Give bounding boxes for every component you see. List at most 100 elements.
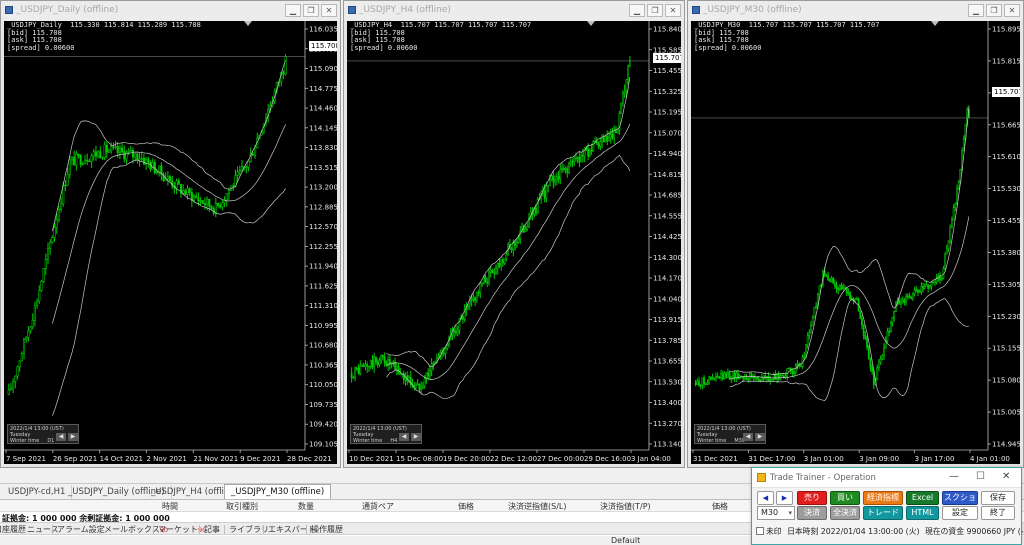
column-header-price-current[interactable]: 価格	[712, 501, 728, 512]
price-axis-label: 115.455	[653, 67, 681, 75]
candle-body	[602, 137, 605, 143]
chart-info-lines: _USDJPY_H4 115.707 115.707 115.707 115.7…	[350, 21, 531, 52]
close-icon[interactable]: ✕	[1002, 471, 1010, 482]
chart-shift-marker[interactable]	[244, 21, 252, 26]
candle-body	[927, 284, 930, 289]
price-axis-label: 115.610	[992, 153, 1020, 161]
close-button[interactable]: ✕	[665, 4, 681, 17]
candlestick-chart-m30[interactable]: 115.895115.815115.755115.665115.610115.5…	[691, 21, 1020, 464]
candlestick-chart-daily[interactable]: 116.035115.405115.090114.775114.460114.1…	[4, 21, 337, 464]
excel-export-button[interactable]: Excel	[906, 491, 939, 505]
candle-body	[118, 147, 121, 154]
tab-divider	[263, 525, 264, 534]
column-header-sl[interactable]: 決済逆指値(S/L)	[508, 501, 566, 512]
restore-button[interactable]: ❐	[303, 4, 319, 17]
candle-body	[510, 248, 513, 251]
info-line: [spread] 0.00600	[7, 43, 75, 52]
time-axis-label: 21 Nov 2021	[193, 455, 238, 463]
current-price-tag: 115.708	[309, 41, 337, 51]
column-header-time[interactable]: 時間	[162, 501, 178, 512]
candle-body	[772, 374, 775, 380]
chart-window-m30[interactable]: _USDJPY_M30 (offline) ▁ ❐ ✕ 115.895 115.8…	[687, 0, 1024, 468]
terminal-tab-news[interactable]: ニュース	[27, 524, 59, 535]
step-forward-button[interactable]: ▶	[68, 433, 78, 441]
candle-body	[569, 161, 572, 165]
economic-indicators-button[interactable]: 経済指標	[863, 491, 903, 505]
minimize-icon[interactable]: —	[949, 471, 959, 482]
candle-body	[954, 203, 957, 208]
trade-trainer-panel[interactable]: Trade Trainer - Operation — ☐ ✕ ◀ ▶ 売り 買…	[751, 467, 1024, 545]
buy-button[interactable]: 買い	[830, 491, 860, 505]
candlestick-chart-h4[interactable]: 115.840115.585115.455115.325115.195115.0…	[347, 21, 681, 464]
restore-button[interactable]: ❐	[647, 4, 663, 17]
candle-body	[232, 185, 235, 187]
trainer-app-icon	[757, 473, 766, 482]
candle-body	[866, 338, 868, 348]
chart-area[interactable]: 116.035115.405115.090114.775114.460114.1…	[4, 21, 337, 464]
terminal-tab-experts[interactable]: エキスパート	[268, 524, 316, 535]
candle-body	[578, 156, 581, 163]
minimize-button[interactable]: ▁	[285, 4, 301, 17]
candle-body	[27, 330, 30, 338]
candle-body	[774, 374, 777, 380]
column-header-symbol[interactable]: 通貨ペア	[362, 501, 394, 512]
close-button[interactable]: ✕	[321, 4, 337, 17]
candle-body	[805, 344, 807, 357]
trade-button[interactable]: トレード	[863, 506, 903, 520]
candle-body	[769, 379, 772, 382]
price-axis-label: 113.270	[653, 420, 681, 428]
chart-window-title-bar[interactable]: _USDJPY_H4 (offline) ▁ ❐ ✕	[344, 1, 684, 21]
timeframe-select[interactable]: M30 ▾	[757, 506, 795, 520]
chart-window-title-bar[interactable]: _USDJPY_Daily (offline) ▁ ❐ ✕	[1, 1, 340, 21]
price-axis-label: 115.665	[992, 121, 1020, 129]
step-back-button[interactable]: ◀	[399, 433, 409, 441]
restore-button[interactable]: ❐	[986, 4, 1002, 17]
trainer-title-bar[interactable]: Trade Trainer - Operation — ☐ ✕	[752, 468, 1021, 488]
lower-band	[386, 154, 631, 400]
column-header-tp[interactable]: 決済指値(T/P)	[600, 501, 651, 512]
column-header-type[interactable]: 取引種別	[226, 501, 258, 512]
terminal-tab-alerts[interactable]: アラーム設定	[57, 524, 105, 535]
terminal-tab-journal[interactable]: 操作履歴	[311, 524, 343, 535]
chart-tab-m30[interactable]: _USDJPY_M30 (offline)	[224, 484, 332, 500]
html-export-button[interactable]: HTML	[906, 506, 939, 520]
close-button[interactable]: ✕	[1004, 4, 1020, 17]
unmarked-checkbox[interactable]	[756, 527, 764, 535]
chart-window-title-bar[interactable]: _USDJPY_M30 (offline) ▁ ❐ ✕	[688, 1, 1023, 21]
exit-button[interactable]: 終了	[981, 506, 1015, 520]
step-forward-button[interactable]: ▶	[411, 433, 421, 441]
terminal-tab-articles[interactable]: 記事	[204, 524, 220, 535]
candle-body	[486, 282, 489, 284]
sell-button[interactable]: 売り	[797, 491, 827, 505]
candle-body	[911, 293, 914, 299]
info-line: [spread] 0.00600	[694, 43, 762, 52]
maximize-icon[interactable]: ☐	[976, 471, 985, 482]
settings-button[interactable]: 設定	[942, 506, 978, 520]
minimize-button[interactable]: ▁	[968, 4, 984, 17]
step-forward-button[interactable]: ▶	[755, 433, 765, 441]
column-header-price[interactable]: 価格	[458, 501, 474, 512]
chart-shift-marker[interactable]	[931, 21, 939, 26]
candle-body	[694, 383, 697, 385]
candle-body	[208, 198, 211, 207]
chart-area[interactable]: 115.840 115.585 115.455 115.325 115.195 115.0…	[347, 21, 681, 464]
column-header-size[interactable]: 数量	[298, 501, 314, 512]
minimize-button[interactable]: ▁	[629, 4, 645, 17]
time-axis-label: 15 Dec 08:00	[396, 455, 443, 463]
chart-window-h4[interactable]: _USDJPY_H4 (offline) ▁ ❐ ✕ 115.840 115.58…	[343, 0, 685, 468]
screenshot-button[interactable]: スクショ	[942, 491, 978, 505]
next-bar-button[interactable]: ▶	[776, 491, 793, 505]
save-button[interactable]: 保存	[981, 491, 1015, 505]
chart-shift-marker[interactable]	[587, 21, 595, 26]
chart-area[interactable]: 115.895115.815115.755115.665115.610115.5…	[691, 21, 1020, 464]
settle-button[interactable]: 決済	[797, 506, 827, 520]
price-axis-label: 113.830	[309, 144, 337, 152]
candle-body	[806, 335, 809, 346]
settle-all-button[interactable]: 全決済	[830, 506, 860, 520]
chart-window-daily[interactable]: _USDJPY_Daily (offline) ▁ ❐ ✕ 116.035 115…	[0, 0, 341, 468]
step-back-button[interactable]: ◀	[743, 433, 753, 441]
prev-bar-button[interactable]: ◀	[757, 491, 774, 505]
candle-body	[31, 319, 34, 328]
step-back-button[interactable]: ◀	[56, 433, 66, 441]
candle-body	[86, 159, 89, 162]
